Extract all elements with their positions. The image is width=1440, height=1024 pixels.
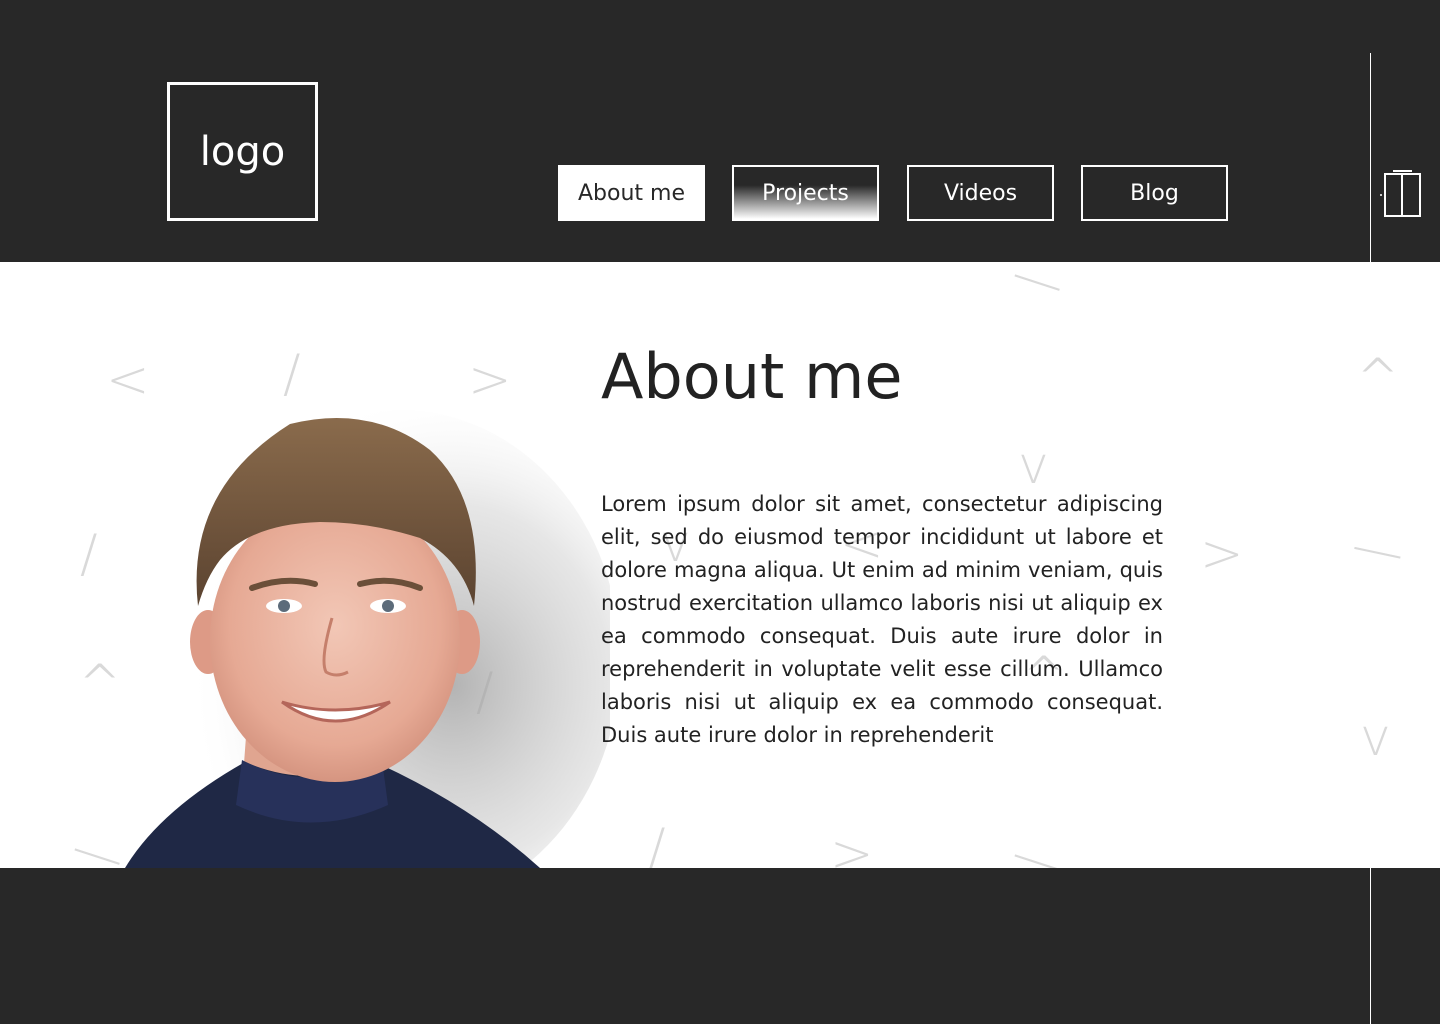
elevator-icon[interactable] <box>1380 170 1424 218</box>
about-section: < / > ^ — v > — / ^ v — / > — / v < ^ <box>0 262 1440 868</box>
nav-blog-button[interactable]: Blog <box>1081 165 1228 221</box>
decor-greater-than: > <box>468 350 512 410</box>
bio-text: Lorem ipsum dolor sit amet, consectetur … <box>601 492 1163 747</box>
nav-about-me-button[interactable]: About me <box>558 165 705 221</box>
profile-photo <box>125 410 610 868</box>
nav-blog-label: Blog <box>1130 180 1179 206</box>
logo-text: logo <box>199 128 286 175</box>
decor-dash-2: — <box>1346 515 1410 585</box>
decor-dash-4: — <box>1004 823 1072 868</box>
decor-less-than: < <box>106 350 150 410</box>
decor-v-2: v <box>1360 708 1391 768</box>
decor-greater-than-2: > <box>1200 524 1244 584</box>
decor-v: v <box>1018 436 1049 496</box>
decor-slash-3: / <box>648 818 666 868</box>
decor-greater-than-3: > <box>830 824 874 868</box>
header-divider-line <box>1370 53 1371 262</box>
nav-projects-label: Projects <box>762 180 849 206</box>
nav-about-me-label: About me <box>577 180 685 206</box>
page-title: About me <box>601 340 903 413</box>
nav-videos-label: Videos <box>943 180 1018 206</box>
footer-divider-line <box>1370 868 1371 1024</box>
site-footer <box>0 868 1440 1024</box>
nav-videos-button[interactable]: Videos <box>907 165 1054 221</box>
site-header: logo About me Projects Videos Blog <box>0 0 1440 262</box>
decor-caret-up: ^ <box>1356 348 1400 408</box>
decor-dash: — <box>1004 262 1072 317</box>
decor-slash: / <box>283 344 301 404</box>
nav-projects-button[interactable]: Projects <box>732 165 879 221</box>
logo[interactable]: logo <box>167 82 318 221</box>
